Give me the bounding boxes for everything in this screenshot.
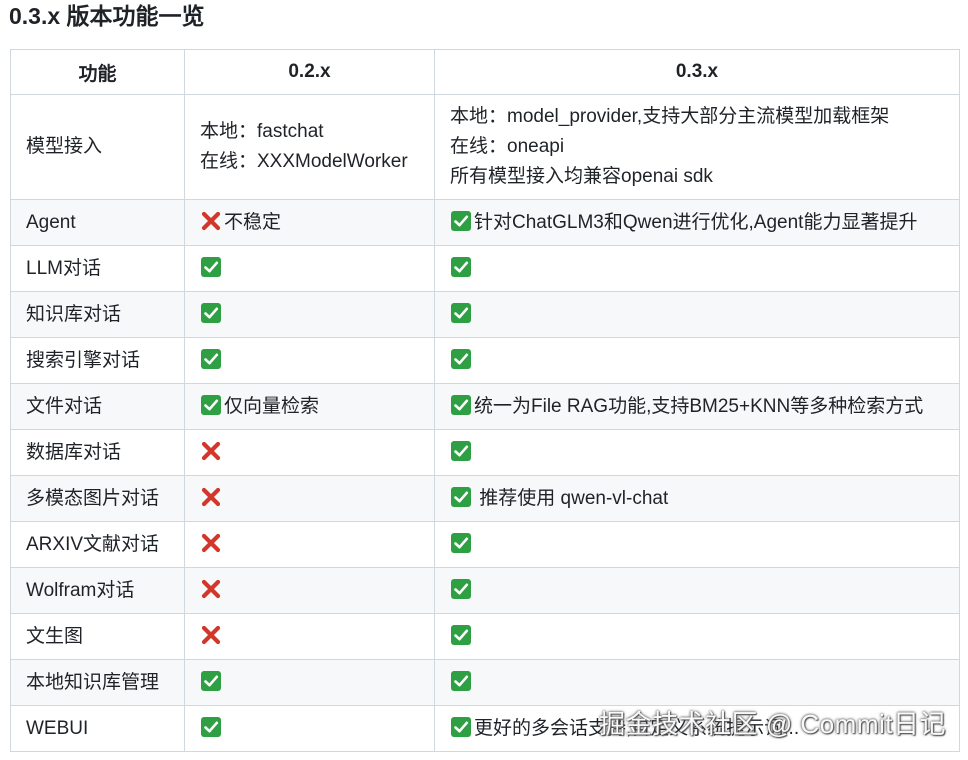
check-icon bbox=[450, 210, 472, 232]
cross-icon bbox=[200, 210, 222, 232]
table-row: 本地知识库管理 bbox=[10, 659, 960, 706]
table-body: 模型接入 本地：fastchat 在线：XXXModelWorker 本地：model… bbox=[10, 94, 960, 752]
feature-cell: ARXIV文献对话 bbox=[10, 521, 185, 568]
table-row: 模型接入 本地：fastchat 在线：XXXModelWorker 本地：model… bbox=[10, 94, 960, 200]
cell-text: 针对ChatGLM3和Qwen进行优化,Agent能力显著提升 bbox=[474, 211, 918, 233]
table-row: 搜索引擎对话 bbox=[10, 337, 960, 384]
v02-cell bbox=[184, 567, 435, 614]
v03-cell: 统一为File RAG功能,支持BM25+KNN等多种检索方式 bbox=[434, 383, 960, 430]
feature-cell: 多模态图片对话 bbox=[10, 475, 185, 522]
feature-cell: Wolfram对话 bbox=[10, 567, 185, 614]
feature-cell: 知识库对话 bbox=[10, 291, 185, 338]
header-v03: 0.3.x bbox=[434, 49, 960, 95]
table-row: 数据库对话 bbox=[10, 429, 960, 476]
header-v02: 0.2.x bbox=[184, 49, 435, 95]
v02-cell bbox=[184, 291, 435, 338]
table-row: Agent 不稳定 针对ChatGLM3和Qwen进行优化,Agent能力显著提升 bbox=[10, 199, 960, 246]
table-row: 多模态图片对话 推荐使用 qwen-vl-chat bbox=[10, 475, 960, 522]
check-icon bbox=[200, 394, 222, 416]
cross-icon bbox=[200, 624, 222, 646]
check-icon bbox=[450, 348, 472, 370]
cell-line: 在线：XXXModelWorker bbox=[200, 151, 408, 172]
check-icon bbox=[450, 670, 472, 692]
v03-cell: 本地：model_provider,支持大部分主流模型加载框架 在线：oneapi… bbox=[434, 94, 960, 200]
table-row: ARXIV文献对话 bbox=[10, 521, 960, 568]
v02-cell: 本地：fastchat 在线：XXXModelWorker bbox=[184, 94, 435, 200]
cell-line: 所有模型接入均兼容openai sdk bbox=[450, 166, 713, 187]
v02-cell bbox=[184, 705, 435, 752]
check-icon bbox=[450, 716, 472, 738]
page-title: 0.3.x 版本功能一览 bbox=[9, 3, 205, 29]
cell-text: 推荐使用 qwen-vl-chat bbox=[474, 487, 669, 509]
check-icon bbox=[450, 440, 472, 462]
check-icon bbox=[450, 302, 472, 324]
v02-cell bbox=[184, 613, 435, 660]
v03-cell: 推荐使用 qwen-vl-chat bbox=[434, 475, 960, 522]
cross-icon bbox=[200, 440, 222, 462]
v03-cell bbox=[434, 521, 960, 568]
v03-cell bbox=[434, 291, 960, 338]
cell-text: 仅向量检索 bbox=[224, 395, 320, 417]
v02-cell bbox=[184, 245, 435, 292]
v03-cell bbox=[434, 245, 960, 292]
feature-cell: 本地知识库管理 bbox=[10, 659, 185, 706]
feature-cell: 搜索引擎对话 bbox=[10, 337, 185, 384]
table-row: 文生图 bbox=[10, 613, 960, 660]
v02-cell bbox=[184, 337, 435, 384]
v03-cell bbox=[434, 567, 960, 614]
v03-cell bbox=[434, 613, 960, 660]
check-icon bbox=[450, 256, 472, 278]
table-row: Wolfram对话 bbox=[10, 567, 960, 614]
v03-cell bbox=[434, 429, 960, 476]
cell-line: 在线：oneapi bbox=[450, 136, 565, 157]
feature-cell: 模型接入 bbox=[10, 94, 185, 200]
cell-line: 本地：fastchat bbox=[200, 121, 324, 142]
watermark: 掘金技术社区 @ Commit日记 bbox=[599, 709, 946, 739]
check-icon bbox=[450, 624, 472, 646]
v02-cell bbox=[184, 521, 435, 568]
cross-icon bbox=[200, 486, 222, 508]
feature-cell: 文生图 bbox=[10, 613, 185, 660]
cross-icon bbox=[200, 578, 222, 600]
v02-cell: 不稳定 bbox=[184, 199, 435, 246]
feature-cell: WEBUI bbox=[10, 705, 185, 752]
check-icon bbox=[200, 256, 222, 278]
feature-cell: LLM对话 bbox=[10, 245, 185, 292]
feature-table: 功能 0.2.x 0.3.x 模型接入 本地：fastchat 在线：XXXMode… bbox=[10, 49, 960, 752]
table-row: 知识库对话 bbox=[10, 291, 960, 338]
table-row: LLM对话 bbox=[10, 245, 960, 292]
feature-cell: 数据库对话 bbox=[10, 429, 185, 476]
check-icon bbox=[450, 578, 472, 600]
feature-cell: Agent bbox=[10, 199, 185, 246]
header-feature: 功能 bbox=[10, 49, 185, 95]
check-icon bbox=[200, 670, 222, 692]
v02-cell: 仅向量检索 bbox=[184, 383, 435, 430]
v02-cell bbox=[184, 475, 435, 522]
cross-icon bbox=[200, 532, 222, 554]
cell-text: 不稳定 bbox=[224, 211, 282, 233]
page: 0.3.x 版本功能一览 功能 0.2.x 0.3.x 模型接入 本地：fastc… bbox=[0, 0, 968, 760]
feature-cell: 文件对话 bbox=[10, 383, 185, 430]
v02-cell bbox=[184, 659, 435, 706]
cell-text: 统一为File RAG功能,支持BM25+KNN等多种检索方式 bbox=[474, 395, 924, 417]
v03-cell bbox=[434, 337, 960, 384]
table-header-row: 功能 0.2.x 0.3.x bbox=[10, 49, 960, 95]
cell-line: 本地：model_provider,支持大部分主流模型加载框架 bbox=[450, 106, 890, 127]
check-icon bbox=[450, 486, 472, 508]
v03-cell: 针对ChatGLM3和Qwen进行优化,Agent能力显著提升 bbox=[434, 199, 960, 246]
check-icon bbox=[200, 348, 222, 370]
check-icon bbox=[200, 716, 222, 738]
check-icon bbox=[450, 394, 472, 416]
table-row: 文件对话 仅向量检索 统一为File RAG功能,支持BM25+KNN等多种检索方式 bbox=[10, 383, 960, 430]
v03-cell bbox=[434, 659, 960, 706]
v02-cell bbox=[184, 429, 435, 476]
check-icon bbox=[200, 302, 222, 324]
check-icon bbox=[450, 532, 472, 554]
